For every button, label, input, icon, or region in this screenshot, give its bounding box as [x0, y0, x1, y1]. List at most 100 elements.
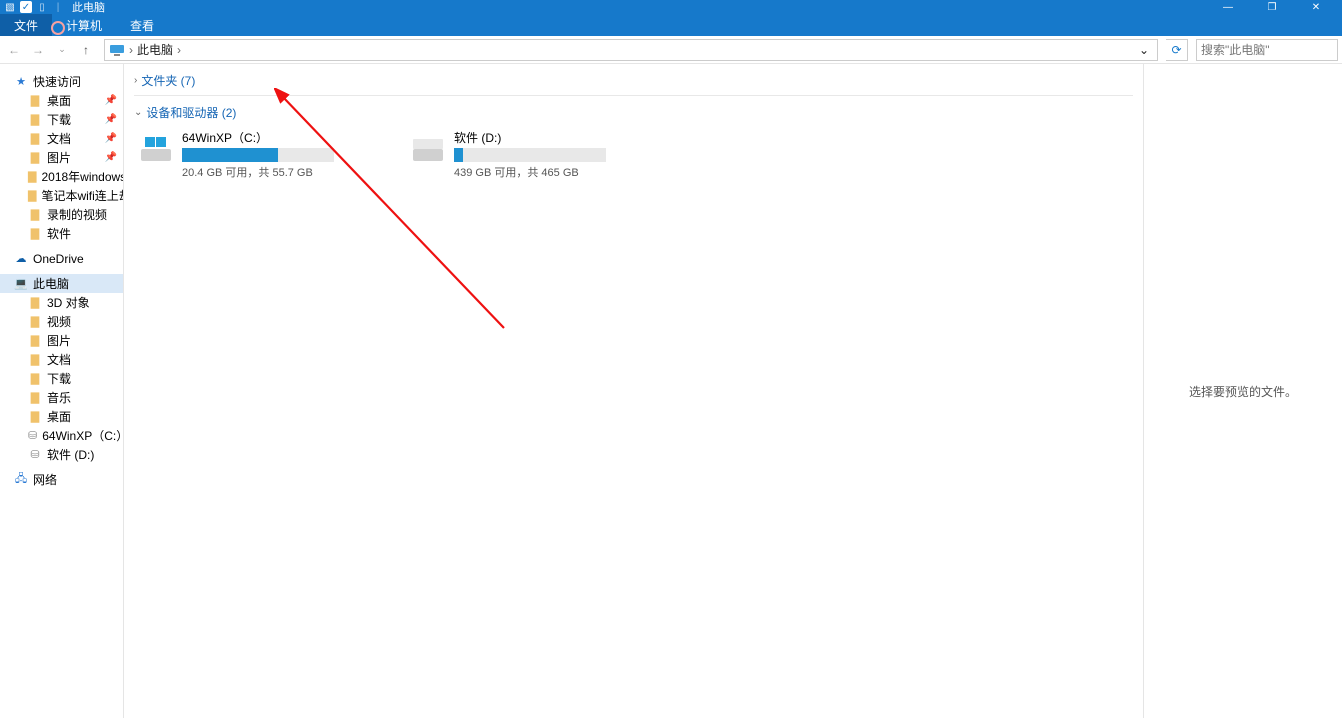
sidebar-label: 快速访问 — [33, 73, 81, 90]
star-icon: ★ — [14, 75, 28, 89]
tab-file[interactable]: 文件 — [0, 14, 52, 36]
qa-check-icon[interactable]: ✓ — [20, 1, 32, 13]
sidebar-item[interactable]: ▇3D 对象 — [0, 293, 123, 312]
sidebar-item[interactable]: ▇桌面📌 — [0, 91, 123, 110]
chevron-right-icon: › — [134, 75, 137, 86]
up-button[interactable]: ↑ — [76, 40, 96, 60]
folder-icon: ▇ — [28, 410, 42, 424]
drive-info: 439 GB 可用，共 465 GB — [454, 164, 662, 180]
recent-dropdown[interactable]: ⌄ — [52, 40, 72, 60]
folder-icon: ▇ — [28, 315, 42, 329]
folder-icon: ▇ — [28, 132, 42, 146]
cursor-indicator — [50, 20, 66, 36]
group-title: 设备和驱动器 (2) — [146, 104, 236, 121]
sidebar-item-label: 文档 — [47, 351, 71, 368]
breadcrumb-sep: › — [127, 43, 135, 57]
folder-icon: ▇ — [28, 391, 42, 405]
group-title: 文件夹 (7) — [141, 72, 195, 89]
sidebar-item[interactable]: ▇ 文档 — [0, 350, 123, 369]
preview-empty-text: 选择要预览的文件。 — [1189, 383, 1297, 400]
folder-icon: ▇ — [28, 296, 42, 310]
folders-group-header[interactable]: › 文件夹 (7) — [124, 64, 1143, 93]
refresh-button[interactable]: ⟳ — [1166, 39, 1188, 61]
drive-usage-bar — [182, 148, 334, 162]
pc-icon: 💻 — [14, 277, 28, 291]
drive-item[interactable]: 64WinXP（C:） 20.4 GB 可用，共 55.7 GB — [134, 125, 394, 184]
close-button[interactable]: ✕ — [1294, 0, 1338, 14]
sidebar-item-label: 笔记本wifi连上却没 — [41, 187, 123, 204]
network-icon: 🖧 — [14, 473, 28, 487]
sidebar-this-pc[interactable]: 💻 此电脑 — [0, 274, 123, 293]
tab-view[interactable]: 查看 — [116, 14, 168, 36]
quickaccess-toolbar: ▧ ✓ ▯ | — [4, 1, 64, 13]
sidebar-label: 此电脑 — [33, 275, 69, 292]
preview-pane: 选择要预览的文件。 — [1144, 64, 1342, 718]
sidebar-network[interactable]: 🖧 网络 — [0, 470, 123, 489]
disk-icon: ⛁ — [28, 429, 37, 443]
breadcrumb[interactable]: › 此电脑 › ⌄ — [104, 39, 1158, 61]
pin-icon: 📌 — [105, 114, 117, 125]
drives-group-header[interactable]: ⌄ 设备和驱动器 (2) — [124, 96, 1143, 125]
app-icon: ▧ — [4, 1, 16, 13]
drives-row: 64WinXP（C:） 20.4 GB 可用，共 55.7 GB 软件 (D:) 43… — [124, 125, 1143, 184]
drive-name: 64WinXP（C:） — [182, 129, 390, 146]
cloud-icon: ☁ — [14, 252, 28, 266]
sidebar-item-label: 64WinXP（C:） — [42, 427, 123, 444]
forward-button[interactable]: → — [28, 40, 48, 60]
window-controls: — ❐ ✕ — [1206, 0, 1338, 14]
sidebar-item-label: 视频 — [47, 313, 71, 330]
sidebar: ★ 快速访问 ▇桌面📌▇下载📌▇文档📌▇图片📌▇2018年windows10▇笔… — [0, 64, 124, 718]
sidebar-item[interactable]: ▇ 图片 📌 — [0, 148, 123, 167]
drive-name: 软件 (D:) — [454, 129, 662, 146]
folder-icon: ▇ — [28, 334, 42, 348]
sidebar-item[interactable]: ▇软件 — [0, 224, 123, 243]
sidebar-label: 网络 — [33, 471, 57, 488]
sidebar-item[interactable]: ▇2018年windows10 — [0, 167, 123, 186]
sidebar-item[interactable]: ▇ 视频 — [0, 312, 123, 331]
breadcrumb-this-pc[interactable]: 此电脑 — [137, 41, 173, 58]
drive-item[interactable]: 软件 (D:) 439 GB 可用，共 465 GB — [406, 125, 666, 184]
sidebar-item[interactable]: ⛁ 软件 (D:) — [0, 445, 123, 464]
folder-icon: ▇ — [28, 353, 42, 367]
sidebar-item[interactable]: ▇文档📌 — [0, 129, 123, 148]
sidebar-onedrive[interactable]: ☁ OneDrive — [0, 249, 123, 268]
maximize-button[interactable]: ❐ — [1250, 0, 1294, 14]
back-button[interactable]: ← — [4, 40, 24, 60]
sidebar-item-label: 文档 — [47, 130, 71, 147]
sidebar-item[interactable]: ▇图片 — [0, 331, 123, 350]
folder-icon: ▇ — [28, 94, 42, 108]
sidebar-item-label: 2018年windows10 — [41, 168, 123, 185]
title-bar: ▧ ✓ ▯ | 此电脑 — ❐ ✕ — [0, 0, 1342, 14]
this-pc-icon — [109, 42, 125, 58]
content-inner: › 文件夹 (7) ⌄ 设备和驱动器 (2) 64WinXP（C:） 20.4 G… — [124, 64, 1144, 718]
sidebar-item[interactable]: ▇ 录制的视频 — [0, 205, 123, 224]
sidebar-item-label: 图片 — [47, 149, 71, 166]
sidebar-item-label: 音乐 — [47, 389, 71, 406]
search-input[interactable]: 搜索"此电脑" — [1196, 39, 1338, 61]
drive-info: 20.4 GB 可用，共 55.7 GB — [182, 164, 390, 180]
minimize-button[interactable]: — — [1206, 0, 1250, 14]
sidebar-item-label: 桌面 — [47, 408, 71, 425]
sidebar-item[interactable]: ▇笔记本wifi连上却没 — [0, 186, 123, 205]
sidebar-item-label: 下载 — [47, 111, 71, 128]
sidebar-item[interactable]: ▇ 音乐 — [0, 388, 123, 407]
pin-icon: 📌 — [105, 95, 117, 106]
nav-bar: ← → ⌄ ↑ › 此电脑 › ⌄ ⟳ 搜索"此电脑" — [0, 36, 1342, 64]
sidebar-item-label: 录制的视频 — [47, 206, 107, 223]
folder-icon: ▇ — [28, 208, 42, 222]
sidebar-quick-access[interactable]: ★ 快速访问 — [0, 72, 123, 91]
sidebar-item[interactable]: ▇下载 — [0, 369, 123, 388]
sidebar-item[interactable]: ⛁ 64WinXP（C:） — [0, 426, 123, 445]
sidebar-item-label: 软件 (D:) — [47, 446, 94, 463]
folder-icon: ▇ — [28, 372, 42, 386]
main-area: ★ 快速访问 ▇桌面📌▇下载📌▇文档📌▇图片📌▇2018年windows10▇笔… — [0, 64, 1342, 718]
drive-usage-bar — [454, 148, 606, 162]
sidebar-item[interactable]: ▇ 桌面 — [0, 407, 123, 426]
disk-icon: ⛁ — [28, 448, 42, 462]
pin-icon: 📌 — [105, 152, 117, 163]
folder-icon: ▇ — [28, 151, 42, 165]
breadcrumb-dropdown[interactable]: ⌄ — [1135, 43, 1153, 57]
drive-icon — [138, 129, 174, 163]
sidebar-item[interactable]: ▇下载📌 — [0, 110, 123, 129]
qa-doc-icon[interactable]: ▯ — [36, 1, 48, 13]
